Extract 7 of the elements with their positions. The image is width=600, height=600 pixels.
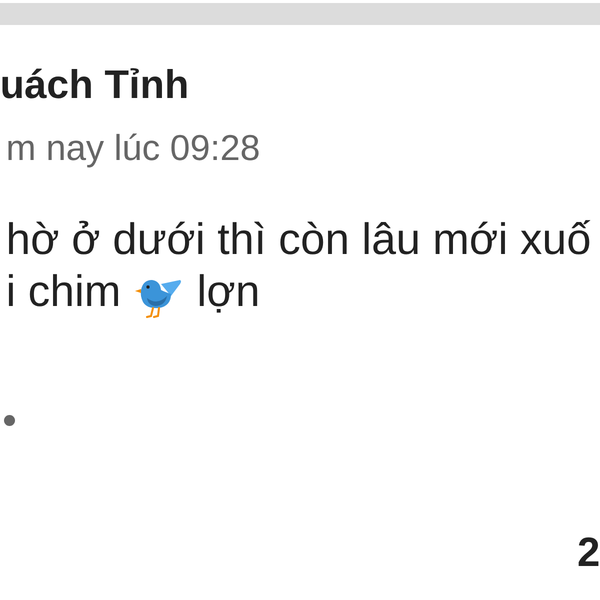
- post-text: i chim: [6, 266, 121, 318]
- dot-icon: [4, 415, 15, 426]
- count-text: 2: [577, 530, 600, 574]
- post-time: m nay lúc 09:28: [6, 127, 262, 169]
- post-text: lợn: [196, 266, 260, 318]
- author-name[interactable]: uách Tỉnh: [0, 62, 600, 108]
- post-text: hờ ở dưới thì còn lâu mới xuố: [6, 214, 592, 266]
